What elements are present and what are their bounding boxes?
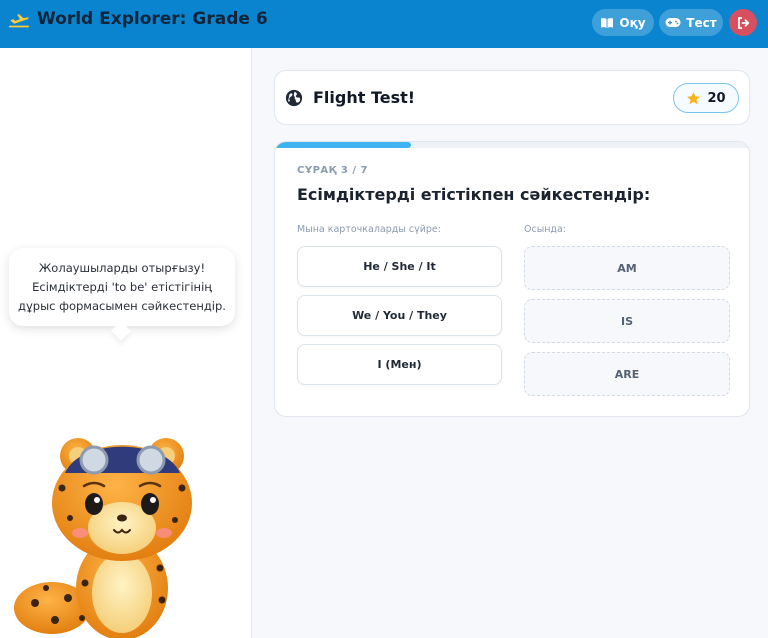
drag-card-we-you-they[interactable]: We / You / They [297,295,502,336]
drop-zone-are[interactable]: ARE [524,352,730,396]
gamepad-icon [665,18,681,27]
quiz-card: СҰРАҚ 3 / 7 Есімдіктерді етістікпен сәйк… [274,141,750,417]
question-counter: СҰРАҚ 3 / 7 [297,165,368,176]
exit-button[interactable] [729,9,757,36]
test-header-card: Flight Test! 20 [274,70,750,125]
book-icon [601,17,614,28]
app-title: World Explorer: Grade 6 [37,9,268,29]
sidebar: Жолаушыларды отырғызу! Есімдіктерді 'to … [0,48,252,638]
score-badge: 20 [673,83,739,113]
progress-bar [275,142,749,148]
read-button-label: Оқу [619,15,646,30]
speech-bubble: Жолаушыларды отырғызу! Есімдіктерді 'to … [9,248,235,326]
leopard-mascot-icon [14,438,192,638]
speech-line: Жолаушыларды отырғызу! [38,261,206,275]
read-button[interactable]: Оқу [592,9,654,36]
app-header: World Explorer: Grade 6 Оқу Тест [0,0,768,48]
drop-column-label: Осында: [524,224,567,235]
speech-line: дұрыс формасымен сәйкестендір. [18,299,226,313]
speech-line: Есімдіктерді 'to be' етістігінің [32,280,212,294]
drag-column-label: Мына карточкаларды сүйре: [297,224,441,235]
progress-fill [275,142,411,148]
logout-icon [737,16,749,29]
drop-zone-is[interactable]: IS [524,299,730,343]
airplane-icon [8,14,30,28]
test-button-label: Тест [686,15,717,30]
score-value: 20 [707,90,726,106]
test-button[interactable]: Тест [659,9,723,36]
page-title: Flight Test! [313,88,416,107]
drag-card-he-she-it[interactable]: He / She / It [297,246,502,287]
question-text: Есімдіктерді етістікпен сәйкестендір: [297,185,651,204]
drag-card-i[interactable]: I (Мен) [297,344,502,385]
drop-zone-am[interactable]: AM [524,246,730,290]
star-icon [687,91,701,104]
globe-icon [285,89,303,107]
